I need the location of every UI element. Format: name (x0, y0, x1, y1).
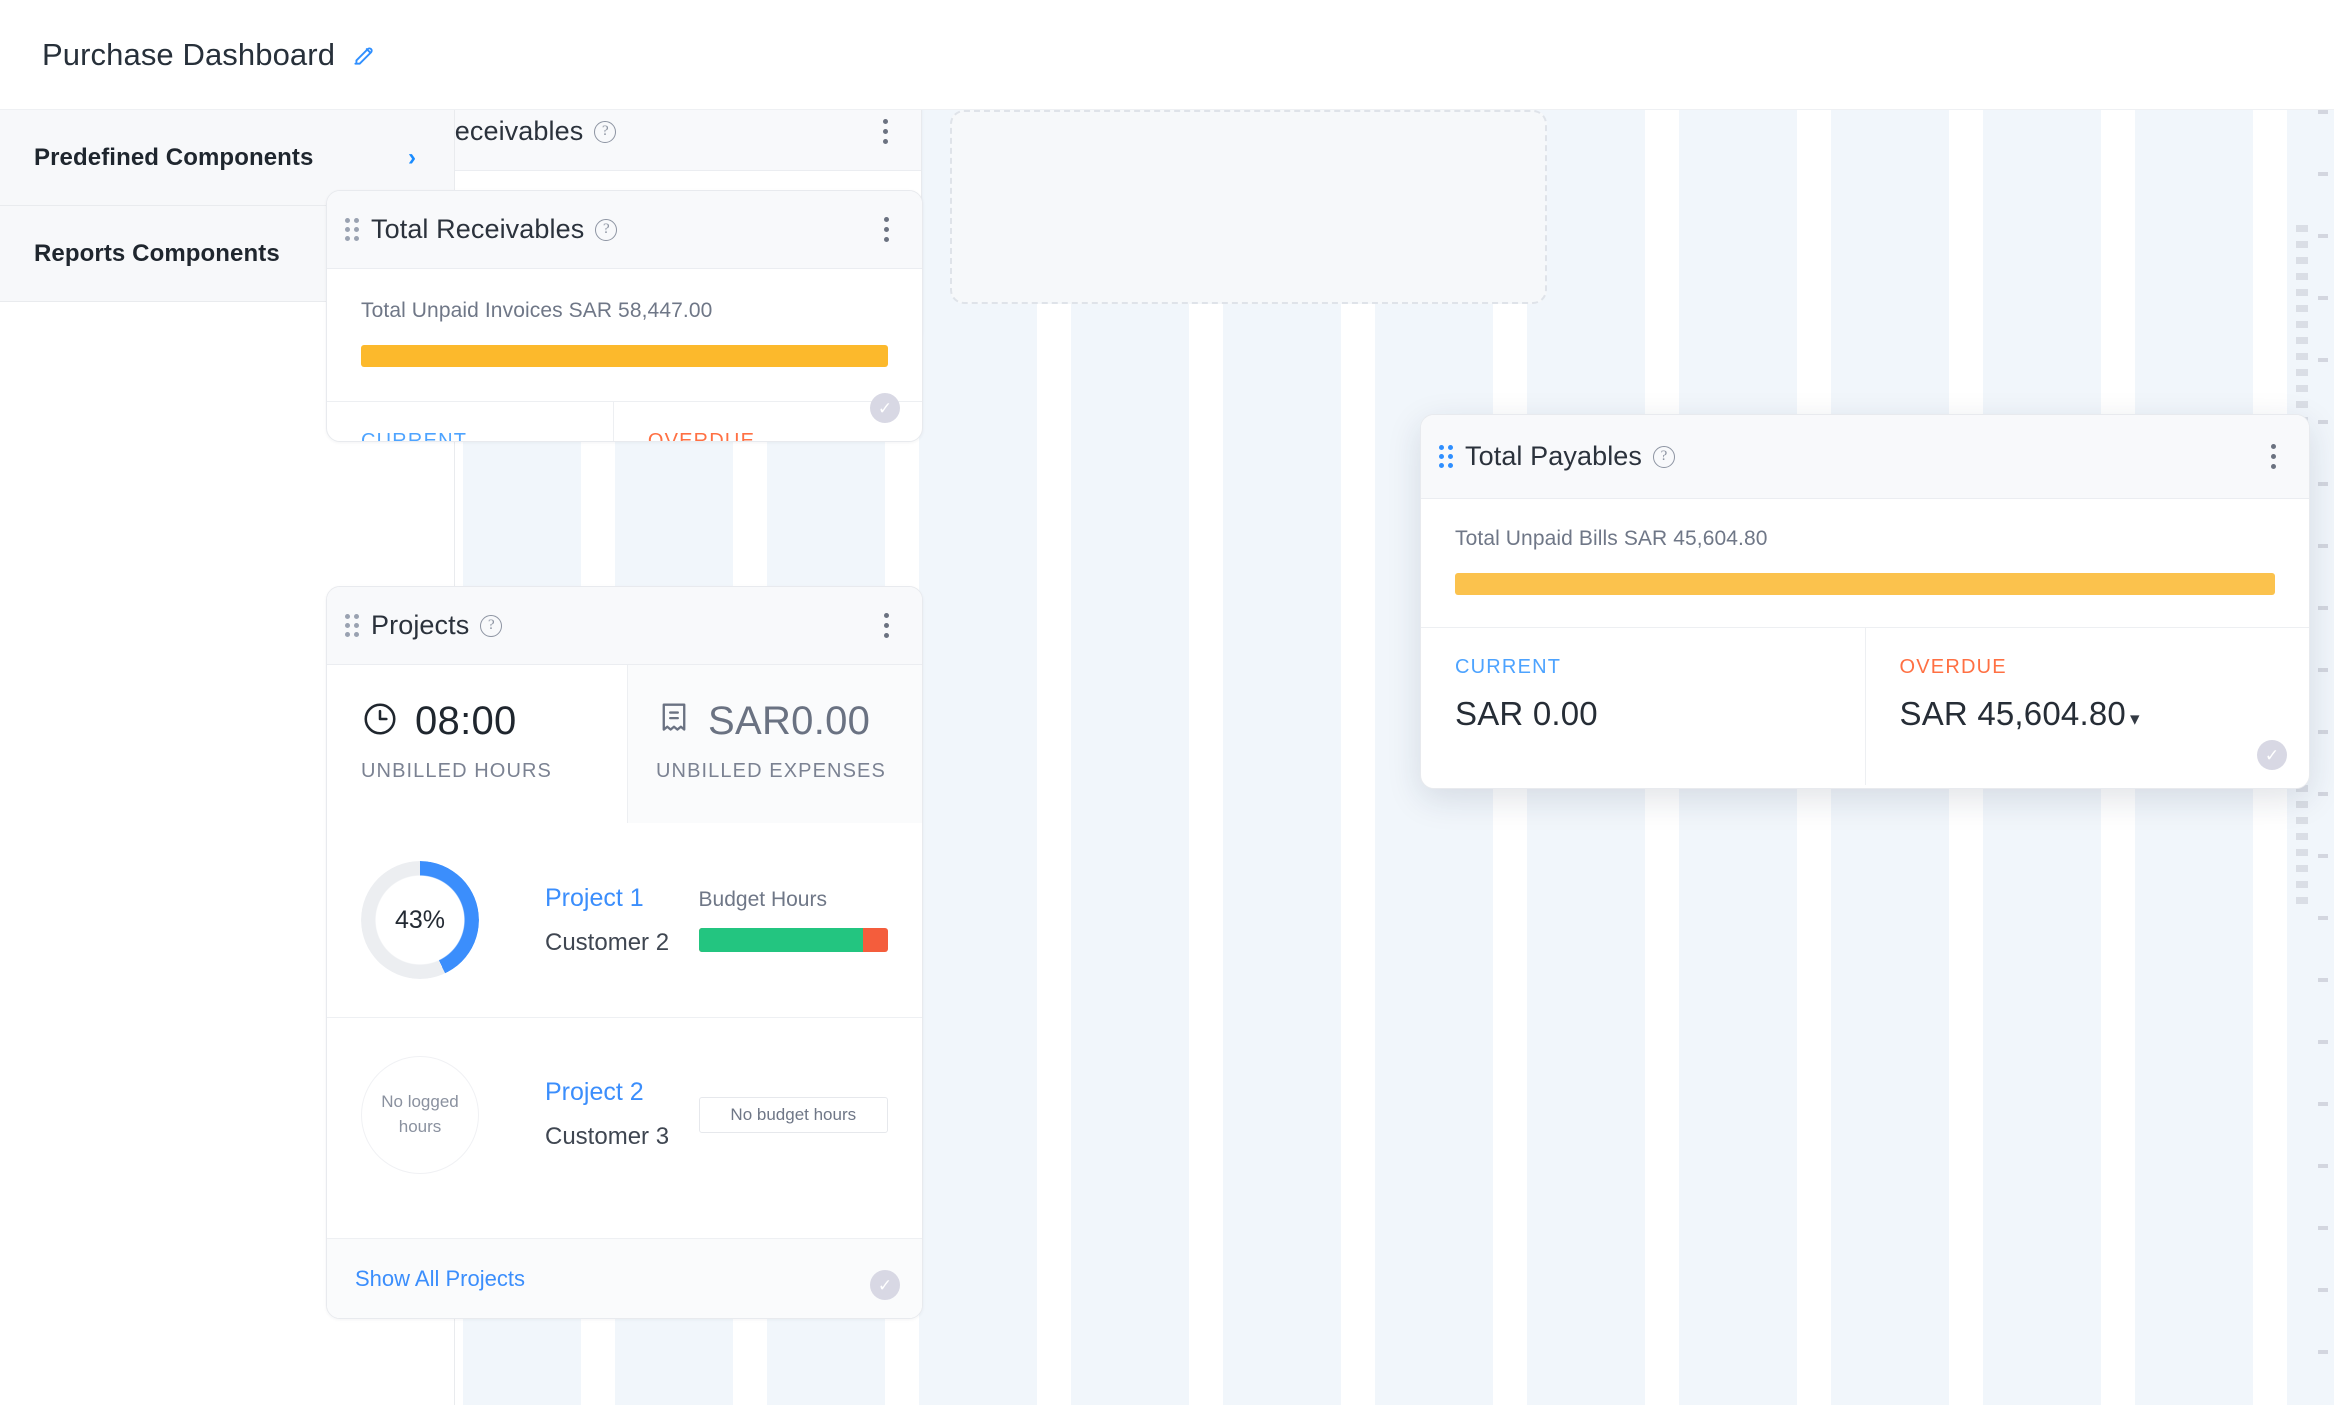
payables-progress-bar (1455, 573, 2275, 595)
project-progress-label: 43% (361, 861, 479, 979)
payables-status-badge: ✓ (2257, 740, 2287, 770)
unbilled-expenses-value: SAR0.00 (708, 699, 870, 744)
payables-overdue-value[interactable]: SAR 45,604.80▾ (1900, 695, 2276, 733)
project-name-link[interactable]: Project 1 (545, 884, 699, 913)
total-payables-card[interactable]: Total Payables ? Total Unpaid Bills SAR … (1420, 414, 2310, 789)
projects-stats: 08:00 UNBILLED HOURS SAR0.00 UNBILLED EX… (327, 665, 922, 823)
receivables-card-header[interactable]: Total Receivables ? (327, 191, 922, 269)
payables-card-header[interactable]: Total Payables ? (1421, 415, 2309, 499)
projects-title: Projects (371, 610, 469, 641)
chevron-right-icon: › (408, 146, 416, 170)
unbilled-hours-stat: 08:00 UNBILLED HOURS (327, 665, 627, 823)
drag-handle-icon[interactable] (345, 613, 363, 639)
receivables-summary: Total Unpaid Invoices SAR 58,447.00 (327, 269, 922, 401)
project-progress-donut-empty: No logged hours (361, 1056, 479, 1174)
unbilled-hours-caption: UNBILLED HOURS (361, 760, 627, 783)
project-name-link[interactable]: Project 2 (545, 1078, 699, 1107)
widget-title: Total Receivables (455, 116, 583, 147)
unbilled-hours-value: 08:00 (415, 699, 517, 744)
projects-status-badge: ✓ (870, 1270, 900, 1300)
sidebar-item-label: Predefined Components (34, 144, 313, 172)
receivables-progress-bar (361, 345, 888, 367)
widget-drop-placeholder[interactable] (950, 110, 1547, 304)
project-row[interactable]: 43% Project 1 Customer 2 Budget Hours (327, 823, 922, 1017)
sidebar-item-label: Reports Components (34, 240, 280, 268)
receivables-status-badge: ✓ (870, 393, 900, 423)
projects-card[interactable]: Projects ? 08:00 UNBILLED HOURS (326, 586, 923, 1319)
receivables-current-column: CURRENT SAR 0.00 (327, 402, 613, 442)
help-icon[interactable]: ? (595, 219, 617, 241)
show-all-projects-link[interactable]: Show All Projects (355, 1266, 525, 1292)
help-icon[interactable]: ? (594, 121, 616, 143)
payables-current-column: CURRENT SAR 0.00 (1421, 628, 1865, 785)
receivables-summary-label: Total Unpaid Invoices SAR 58,447.00 (361, 299, 888, 323)
project-customer: Customer 3 (545, 1123, 699, 1151)
payables-summary: Total Unpaid Bills SAR 45,604.80 (1421, 499, 2309, 627)
project-customer: Customer 2 (545, 929, 699, 957)
payables-breakdown: CURRENT SAR 0.00 OVERDUE SAR 45,604.80▾ (1421, 627, 2309, 785)
projects-card-footer: Show All Projects ✓ (327, 1238, 922, 1318)
kebab-menu-icon[interactable] (872, 611, 900, 641)
project-info: Project 1 Customer 2 (545, 884, 699, 957)
drag-handle-icon[interactable] (345, 217, 363, 243)
payables-current-value: SAR 0.00 (1455, 695, 1831, 733)
payables-summary-label: Total Unpaid Bills SAR 45,604.80 (1455, 527, 2275, 551)
project-row[interactable]: No logged hours Project 2 Customer 3 No … (327, 1017, 922, 1211)
kebab-menu-icon[interactable] (872, 215, 900, 245)
kebab-menu-icon[interactable] (2259, 442, 2287, 472)
receivables-breakdown: CURRENT SAR 0.00 OVERDUE SAR 58,447.00▾ (327, 401, 922, 442)
receivables-current-caption: CURRENT (361, 430, 579, 442)
project-info: Project 2 Customer 3 (545, 1078, 699, 1151)
receipt-icon (656, 700, 692, 743)
pencil-icon[interactable] (351, 42, 377, 68)
payables-overdue-amount: SAR 45,604.80 (1900, 695, 2126, 732)
payables-title: Total Payables (1465, 441, 1642, 472)
project-budget: Budget Hours (699, 888, 888, 952)
unbilled-expenses-caption: UNBILLED EXPENSES (656, 760, 922, 783)
widget-header[interactable]: Total Receivables ? (455, 110, 921, 171)
receivables-overdue-caption: OVERDUE (648, 430, 888, 442)
total-receivables-card[interactable]: Total Receivables ? Total Unpaid Invoice… (326, 190, 923, 442)
clock-icon (361, 700, 399, 743)
drag-handle-icon[interactable] (1439, 444, 1457, 470)
canvas-right-edge-marker (2318, 110, 2328, 1405)
budget-hours-caption: Budget Hours (699, 888, 888, 912)
payables-overdue-column: OVERDUE SAR 45,604.80▾ (1865, 628, 2310, 785)
receivables-title: Total Receivables (371, 214, 584, 245)
project-progress-label: No logged hours (362, 1057, 478, 1173)
unbilled-expenses-stat: SAR0.00 UNBILLED EXPENSES (627, 665, 922, 823)
budget-hours-bar (699, 928, 888, 952)
project-budget: No budget hours (699, 1097, 888, 1133)
payables-overdue-caption: OVERDUE (1900, 656, 2276, 679)
top-bar: Purchase Dashboard (0, 0, 2334, 110)
help-icon[interactable]: ? (1653, 446, 1675, 468)
kebab-menu-icon[interactable] (871, 117, 899, 147)
project-progress-donut: 43% (361, 861, 479, 979)
projects-card-header[interactable]: Projects ? (327, 587, 922, 665)
payables-current-caption: CURRENT (1455, 656, 1831, 679)
no-budget-hours-label: No budget hours (699, 1097, 888, 1133)
page-title: Purchase Dashboard (42, 37, 335, 73)
help-icon[interactable]: ? (480, 615, 502, 637)
chevron-down-icon[interactable]: ▾ (2130, 709, 2140, 730)
